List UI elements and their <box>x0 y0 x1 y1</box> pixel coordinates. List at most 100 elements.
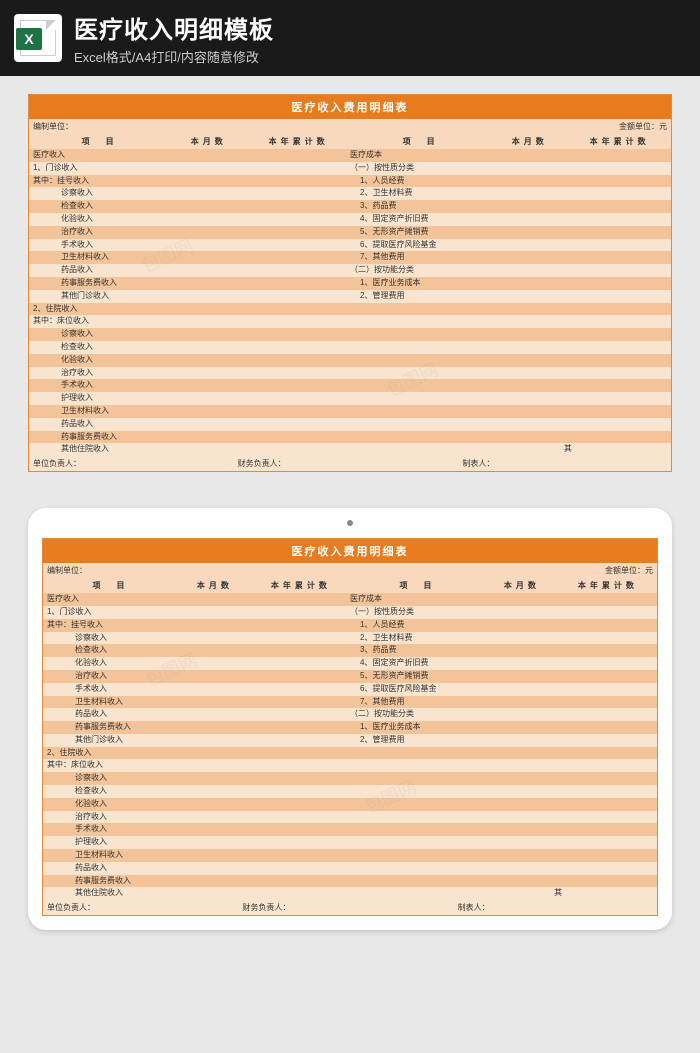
row-right-label: 2、卫生材料费 <box>350 632 653 645</box>
row-left-label: 护理收入 <box>47 836 350 849</box>
row-right-label: 7、其他费用 <box>350 251 667 264</box>
row-left-label: 2、住院收入 <box>33 303 350 316</box>
row-right-label: 2、卫生材料费 <box>350 187 667 200</box>
row-left-label: 医疗收入 <box>33 149 350 162</box>
row-left-label: 1、门诊收入 <box>33 162 350 175</box>
row-right-label <box>350 772 653 785</box>
meta-unit: 编制单位： <box>33 121 73 132</box>
table-row: 手术收入 <box>43 823 657 836</box>
row-right-label: 6、提取医疗风险基金 <box>350 683 653 696</box>
table-row: 化验收入 <box>43 798 657 811</box>
row-right-label: 5、无形资产摊销费 <box>350 226 667 239</box>
row-left-label: 其中：挂号收入 <box>33 175 350 188</box>
row-right-label: 其 <box>350 443 667 456</box>
row-right-label <box>350 367 667 380</box>
row-left-label: 护理收入 <box>33 392 350 405</box>
row-right-label: （二）按功能分类 <box>350 264 667 277</box>
spreadsheet: 医疗收入费用明细表 编制单位： 金额单位：元 项 目 本月数 本年累计数 项 目… <box>28 94 672 472</box>
column-headers: 项 目 本月数 本年累计数 项 目 本月数 本年累计数 <box>43 578 657 593</box>
spreadsheet-tablet: 医疗收入费用明细表 编制单位： 金额单位：元 项 目 本月数 本年累计数 项 目… <box>42 538 658 916</box>
row-left-label: 化验收入 <box>47 657 350 670</box>
table-row: 卫生材料收入7、其他费用 <box>29 251 671 264</box>
col-year-left: 本年累计数 <box>252 578 350 593</box>
row-left-label: 诊察收入 <box>47 632 350 645</box>
col-item-left: 项 目 <box>43 578 178 593</box>
table-row: 药品收入（二）按功能分类 <box>29 264 671 277</box>
table-row: 诊察收入 <box>29 328 671 341</box>
table-row: 其他门诊收入2、管理费用 <box>29 290 671 303</box>
row-left-label: 化验收入 <box>33 213 350 226</box>
table-row: 化验收入4、固定资产折旧费 <box>43 657 657 670</box>
page-title: 医疗收入明细模板 <box>74 10 686 45</box>
row-right-label: 2、管理费用 <box>350 734 653 747</box>
table-row: 1、门诊收入（一）按性质分类 <box>43 606 657 619</box>
footer-unit-lead: 单位负责人： <box>33 458 238 469</box>
row-left-label: 卫生材料收入 <box>33 405 350 418</box>
row-left-label: 其中：床位收入 <box>33 315 350 328</box>
row-right-label: （二）按功能分类 <box>350 708 653 721</box>
table-row: 检查收入3、药品费 <box>43 644 657 657</box>
col-month-left: 本月数 <box>170 134 247 149</box>
data-rows: 医疗收入医疗成本1、门诊收入（一）按性质分类其中：挂号收入1、人员经费诊察收入2… <box>29 149 671 456</box>
col-item-left: 项 目 <box>29 134 170 149</box>
row-right-label <box>350 785 653 798</box>
row-right-label <box>350 849 653 862</box>
sheet-title: 医疗收入费用明细表 <box>29 95 671 119</box>
table-row: 医疗收入医疗成本 <box>43 593 657 606</box>
row-right-label <box>350 379 667 392</box>
row-left-label: 诊察收入 <box>47 772 350 785</box>
sheet-footer: 单位负责人： 财务负责人： 制表人： <box>43 900 657 915</box>
row-left-label: 诊察收入 <box>33 328 350 341</box>
table-row: 护理收入 <box>43 836 657 849</box>
row-left-label: 诊察收入 <box>33 187 350 200</box>
row-left-label: 1、门诊收入 <box>47 606 350 619</box>
row-right-label <box>350 747 653 760</box>
row-right-label: 3、药品费 <box>350 644 653 657</box>
table-row: 诊察收入2、卫生材料费 <box>29 187 671 200</box>
row-right-label: 1、医疗业务成本 <box>350 277 667 290</box>
row-left-label: 检查收入 <box>33 200 350 213</box>
row-right-label <box>350 836 653 849</box>
row-left-label: 化验收入 <box>47 798 350 811</box>
sheet-meta-row: 编制单位： 金额单位：元 <box>29 119 671 134</box>
row-left-label: 卫生材料收入 <box>47 849 350 862</box>
table-row: 2、住院收入 <box>29 303 671 316</box>
row-left-label: 药事服务费收入 <box>33 431 350 444</box>
row-right-label: 医疗成本 <box>350 149 667 162</box>
row-left-label: 药品收入 <box>33 264 350 277</box>
column-headers: 项 目 本月数 本年累计数 项 目 本月数 本年累计数 <box>29 134 671 149</box>
row-left-label: 检查收入 <box>47 644 350 657</box>
row-right-label <box>350 811 653 824</box>
table-row: 治疗收入5、无形资产摊销费 <box>29 226 671 239</box>
table-row: 2、住院收入 <box>43 747 657 760</box>
row-left-label: 其他门诊收入 <box>33 290 350 303</box>
sheet-footer: 单位负责人： 财务负责人： 制表人： <box>29 456 671 471</box>
table-row: 药事服务费收入 <box>43 875 657 888</box>
col-item-right: 项 目 <box>350 134 491 149</box>
qi-label: 其 <box>554 887 562 900</box>
tablet-frame: 医疗收入费用明细表 编制单位： 金额单位：元 项 目 本月数 本年累计数 项 目… <box>28 508 672 930</box>
row-left-label: 治疗收入 <box>33 226 350 239</box>
col-year-right: 本年累计数 <box>559 578 657 593</box>
row-right-label <box>350 759 653 772</box>
row-left-label: 治疗收入 <box>47 811 350 824</box>
table-row: 其他住院收入其 <box>29 443 671 456</box>
row-left-label: 卫生材料收入 <box>33 251 350 264</box>
row-right-label <box>350 875 653 888</box>
row-right-label <box>350 392 667 405</box>
row-right-label: 5、无形资产摊销费 <box>350 670 653 683</box>
table-row: 诊察收入 <box>43 772 657 785</box>
row-right-label <box>350 405 667 418</box>
row-left-label: 其他住院收入 <box>47 887 350 900</box>
row-right-label <box>350 328 667 341</box>
footer-unit-lead: 单位负责人： <box>47 902 242 913</box>
row-left-label: 其中：床位收入 <box>47 759 350 772</box>
col-month-right: 本月数 <box>485 578 559 593</box>
row-right-label <box>350 341 667 354</box>
table-row: 卫生材料收入 <box>29 405 671 418</box>
preview-top: 医疗收入费用明细表 编制单位： 金额单位：元 项 目 本月数 本年累计数 项 目… <box>0 76 700 490</box>
table-row: 其他住院收入 其 <box>43 887 657 900</box>
row-left-label: 检查收入 <box>47 785 350 798</box>
row-right-label: （一）按性质分类 <box>350 162 667 175</box>
row-right-label: 其 <box>350 887 653 900</box>
